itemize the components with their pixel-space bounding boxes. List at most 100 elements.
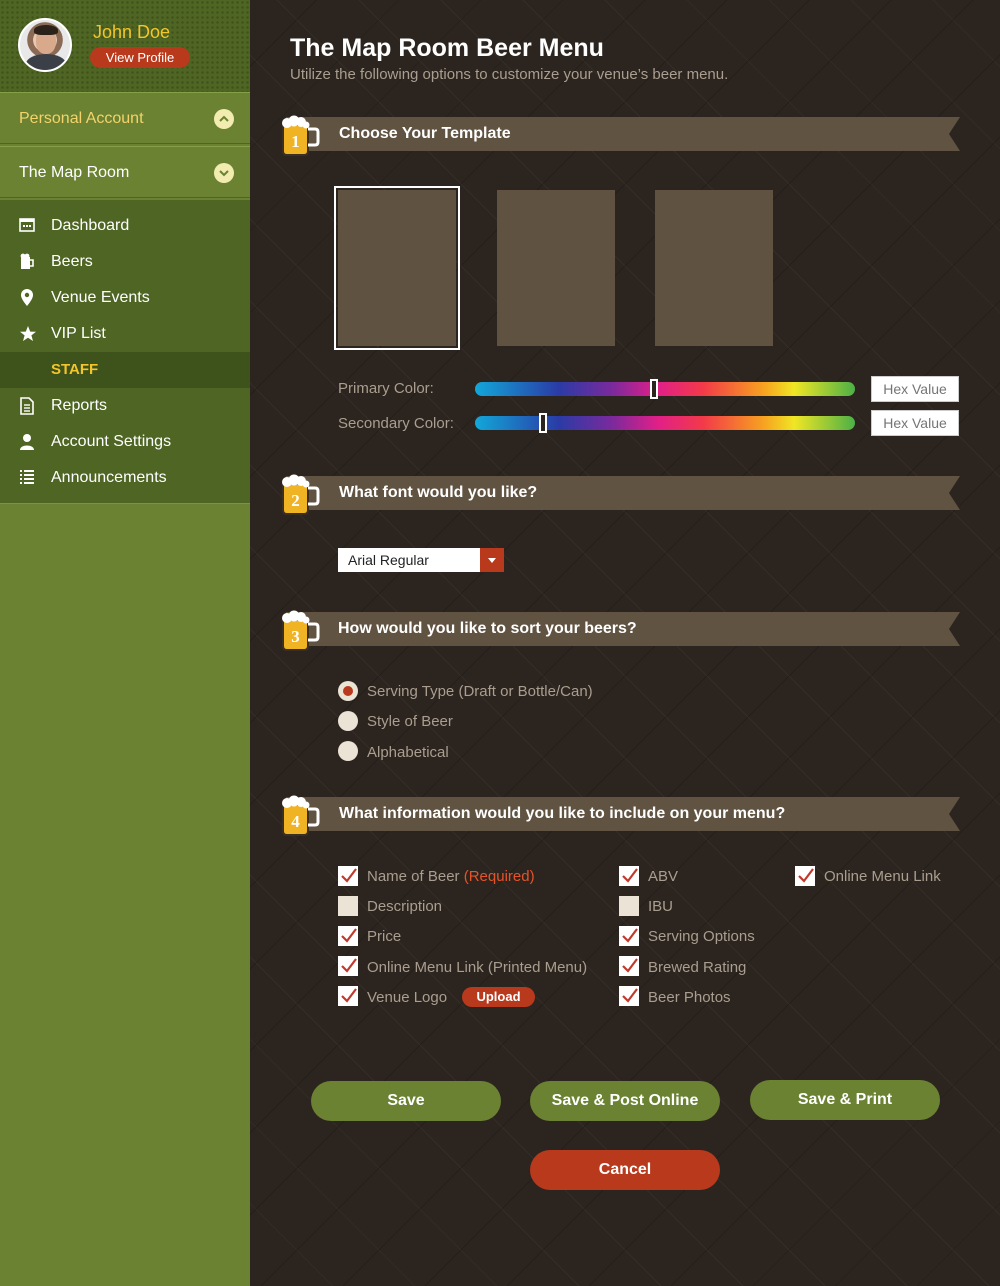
sidebar-item-label: Dashboard — [51, 217, 130, 234]
template-option-1[interactable] — [334, 186, 460, 350]
secondary-color-label: Secondary Color: — [338, 415, 454, 432]
checkbox-online-menu-link-printed[interactable] — [338, 956, 358, 976]
sidebar-item-reports[interactable]: Reports — [0, 388, 250, 424]
main-content: The Map Room Beer Menu Utilize the follo… — [250, 0, 1000, 1286]
checkmark-icon — [341, 868, 357, 883]
dashboard-icon — [19, 217, 37, 235]
sidebar-item-beers[interactable]: Beers — [0, 244, 250, 280]
sidebar-item-dashboard[interactable]: Dashboard — [0, 208, 250, 244]
checkbox-label: Price — [367, 928, 402, 945]
sidebar-nav: Dashboard Beers Venue Events VIP List ST… — [0, 200, 250, 504]
chevron-down-icon[interactable] — [480, 548, 504, 572]
sort-radio-alphabetical[interactable] — [338, 741, 358, 761]
sidebar-item-account-settings[interactable]: Account Settings — [0, 424, 250, 460]
checkbox-label: Online Menu Link (Printed Menu) — [367, 959, 588, 976]
section-banner-font: 2 What font would you like? — [278, 474, 960, 515]
checkbox-label: ABV — [648, 868, 679, 885]
checkbox-label: Beer Photos — [648, 989, 731, 1006]
page-title: The Map Room Beer Menu — [290, 34, 604, 62]
save-print-button[interactable]: Save & Print — [750, 1080, 940, 1120]
checkmark-icon — [622, 868, 638, 883]
section-banner-sort: 3 How would you like to sort your beers? — [278, 610, 960, 651]
checkmark-icon — [798, 868, 814, 883]
section-banner-template: 1 Choose Your Template — [278, 115, 960, 156]
checkbox-venue-logo[interactable] — [338, 986, 358, 1006]
avatar[interactable] — [18, 18, 72, 72]
upload-logo-button[interactable]: Upload — [462, 987, 535, 1007]
chevron-down-icon[interactable] — [214, 163, 234, 183]
beer-mug-icon: 1 — [282, 115, 320, 156]
document-icon — [19, 397, 37, 415]
sidebar-item-label: Account Settings — [51, 433, 172, 450]
checkbox-beer-photos[interactable] — [619, 986, 639, 1006]
secondary-hex-input[interactable] — [871, 410, 959, 436]
sort-option-label: Style of Beer — [367, 713, 453, 730]
checkbox-brewed-rating[interactable] — [619, 956, 639, 976]
secondary-color-slider-handle[interactable] — [539, 413, 548, 433]
beer-mug-icon: 2 — [282, 474, 320, 515]
checkbox-description[interactable] — [338, 896, 358, 916]
checkbox-abv[interactable] — [619, 866, 639, 886]
svg-text:2: 2 — [291, 491, 300, 510]
section-title: What font would you like? — [339, 484, 538, 501]
secondary-color-slider[interactable] — [475, 413, 855, 433]
user-name: John Doe — [93, 22, 171, 42]
sidebar-item-announcements[interactable]: Announcements — [0, 460, 250, 496]
save-post-online-button[interactable]: Save & Post Online — [530, 1081, 720, 1121]
required-tag: (Required) — [463, 868, 535, 885]
sort-radio-serving-type[interactable] — [338, 681, 358, 701]
sort-option-label: Serving Type (Draft or Bottle/Can) — [367, 683, 593, 700]
checkmark-icon — [341, 988, 357, 1003]
checkmark-icon — [622, 988, 638, 1003]
list-icon — [19, 469, 37, 487]
map-pin-icon — [19, 289, 37, 307]
sort-radio-style[interactable] — [338, 711, 358, 731]
cancel-button[interactable]: Cancel — [530, 1150, 720, 1190]
primary-color-slider-handle[interactable] — [649, 379, 658, 399]
checkmark-icon — [341, 958, 357, 973]
sidebar-item-label: Reports — [51, 397, 108, 414]
view-profile-button[interactable]: View Profile — [90, 47, 190, 68]
account-map-room[interactable]: The Map Room — [0, 146, 250, 198]
checkmark-icon — [341, 928, 357, 943]
checkbox-online-menu-link[interactable] — [795, 866, 815, 886]
checkbox-label: Name of Beer (Required) — [367, 868, 535, 885]
sidebar-item-staff[interactable]: STAFF — [0, 352, 250, 388]
template-option-3[interactable] — [655, 190, 773, 346]
primary-hex-input[interactable] — [871, 376, 959, 402]
svg-text:1: 1 — [291, 132, 300, 151]
svg-text:3: 3 — [291, 627, 300, 646]
font-select-value: Arial Regular — [348, 552, 429, 568]
checkbox-ibu[interactable] — [619, 896, 639, 916]
section-title: Choose Your Template — [339, 125, 511, 142]
primary-color-slider[interactable] — [475, 379, 855, 399]
chevron-up-icon[interactable] — [214, 109, 234, 129]
beer-mug-icon: 3 — [282, 610, 320, 651]
checkbox-label: Venue Logo — [367, 989, 448, 1006]
section-title: What information would you like to inclu… — [339, 805, 786, 822]
star-icon — [19, 325, 37, 343]
font-select[interactable]: Arial Regular — [338, 548, 504, 572]
checkbox-label: Brewed Rating — [648, 959, 747, 976]
sidebar-item-label: STAFF — [51, 361, 99, 378]
checkbox-price[interactable] — [338, 926, 358, 946]
checkbox-serving-options[interactable] — [619, 926, 639, 946]
account-personal[interactable]: Personal Account — [0, 92, 250, 144]
beer-mug-icon — [19, 253, 37, 271]
user-icon — [19, 433, 37, 451]
checkbox-label: Online Menu Link — [824, 868, 941, 885]
page-subtitle: Utilize the following options to customi… — [290, 66, 729, 83]
account-personal-label: Personal Account — [19, 110, 144, 127]
sidebar-item-label: Venue Events — [51, 289, 150, 306]
sidebar-item-vip-list[interactable]: VIP List — [0, 316, 250, 352]
checkbox-name-of-beer[interactable] — [338, 866, 358, 886]
template-option-2[interactable] — [497, 190, 615, 346]
beer-mug-icon: 4 — [282, 795, 320, 836]
sidebar-item-label: Beers — [51, 253, 93, 270]
sidebar-item-venue-events[interactable]: Venue Events — [0, 280, 250, 316]
checkbox-label: Description — [367, 898, 443, 915]
save-button[interactable]: Save — [311, 1081, 501, 1121]
checkbox-label: IBU — [648, 898, 674, 915]
sidebar-item-label: VIP List — [51, 325, 106, 342]
sidebar: John Doe View Profile Personal Account T… — [0, 0, 250, 1286]
